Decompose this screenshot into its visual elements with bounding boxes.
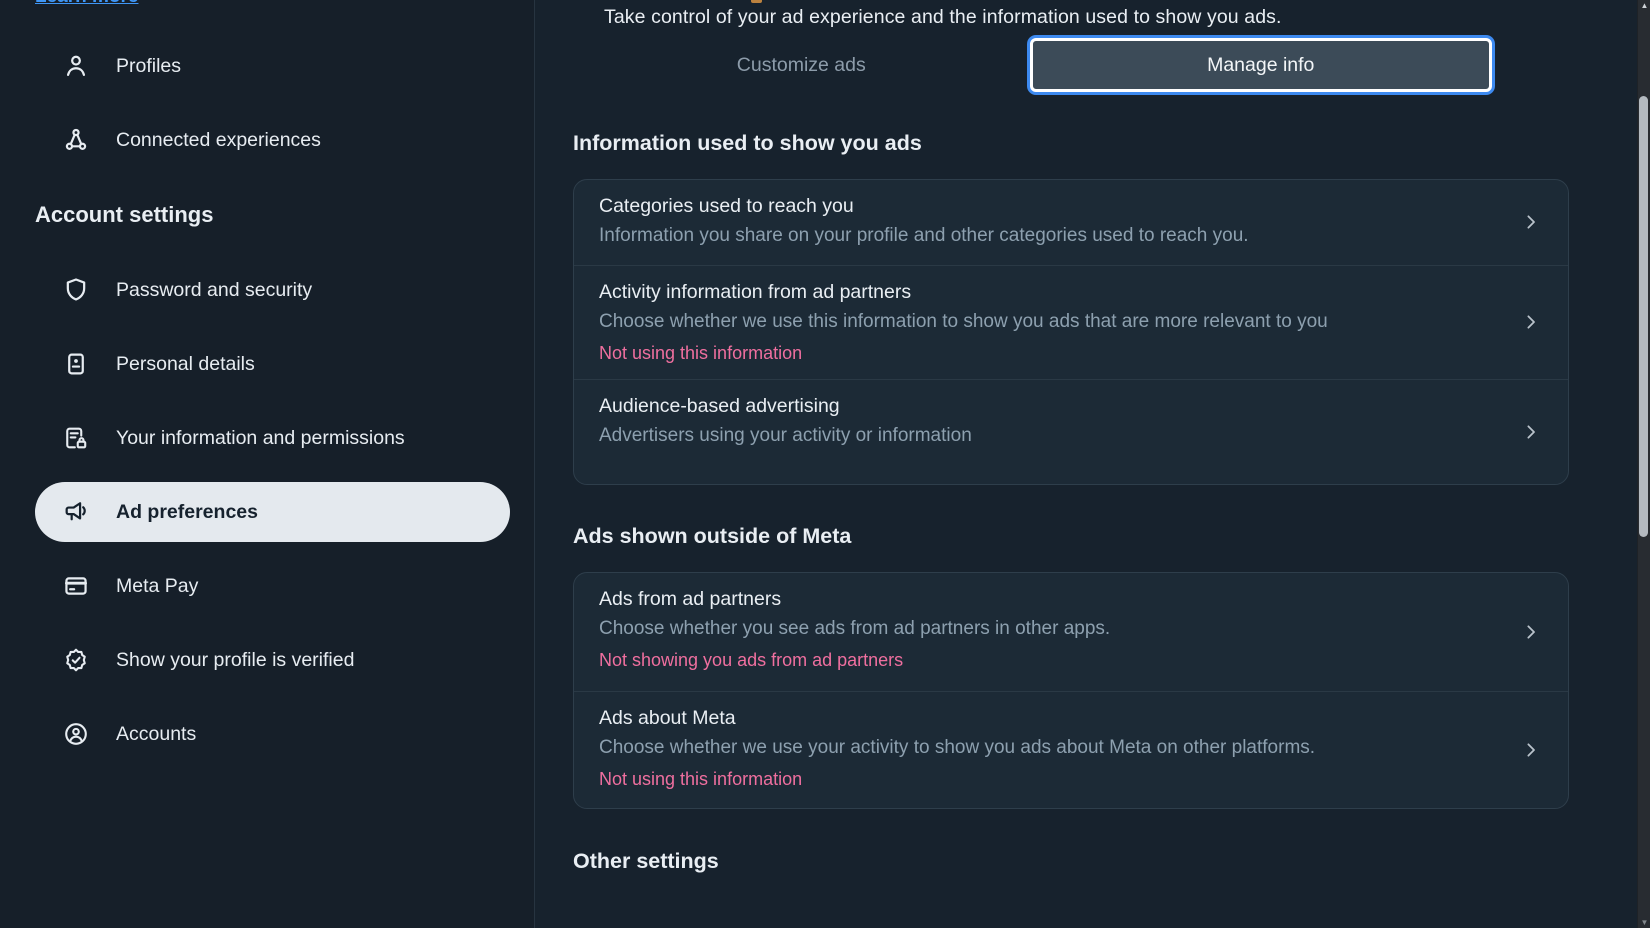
sidebar-item-label: Meta Pay [116, 575, 198, 598]
chevron-right-icon [1522, 623, 1540, 641]
shield-icon [62, 276, 90, 304]
sidebar-item-your-information[interactable]: Your information and permissions [35, 418, 534, 458]
row-subtitle: Advertisers using your activity or infor… [599, 423, 1490, 450]
clipped-megaphone-emoji [751, 0, 762, 3]
sidebar-item-label: Connected experiences [116, 129, 321, 152]
main-content: Take control of your ad experience and t… [535, 0, 1650, 928]
sidebar-item-label: Accounts [116, 723, 196, 746]
document-lock-icon [62, 424, 90, 452]
chevron-right-icon [1522, 213, 1540, 231]
scrollbar-up-arrow[interactable]: ▲ [1638, 1, 1650, 10]
row-title: Audience-based advertising [599, 395, 1490, 418]
row-subtitle: Choose whether we use your activity to s… [599, 735, 1479, 762]
sidebar-item-profiles[interactable]: Profiles [35, 46, 534, 86]
account-circle-icon [62, 720, 90, 748]
row-status-text: Not using this information [599, 343, 1490, 364]
sidebar-item-accounts[interactable]: Accounts [35, 714, 534, 754]
row-subtitle: Choose whether we use this information t… [599, 309, 1459, 336]
row-activity-information[interactable]: Activity information from ad partners Ch… [574, 265, 1568, 379]
row-status-text: Not showing you ads from ad partners [599, 650, 1490, 671]
row-ads-about-meta[interactable]: Ads about Meta Choose whether we use you… [574, 691, 1568, 808]
tab-manage-info[interactable]: Manage info [1030, 38, 1493, 92]
row-subtitle: Choose whether you see ads from ad partn… [599, 616, 1490, 643]
sidebar-item-personal-details[interactable]: Personal details [35, 344, 534, 384]
sidebar-item-connected-experiences[interactable]: Connected experiences [35, 120, 534, 160]
id-card-icon [62, 350, 90, 378]
scrollbar-track[interactable]: ▲ ▼ [1637, 0, 1650, 928]
scrollbar-down-arrow[interactable]: ▼ [1638, 918, 1650, 927]
row-title: Ads about Meta [599, 707, 1490, 730]
chevron-right-icon [1522, 741, 1540, 759]
sidebar: Learn more Profiles Connected experience… [0, 0, 535, 928]
scrollbar-thumb[interactable] [1639, 96, 1648, 537]
verified-badge-icon [62, 646, 90, 674]
ad-preferences-tab-bar: Customize ads Manage info [573, 38, 1492, 92]
row-audience-based-advertising[interactable]: Audience-based advertising Advertisers u… [574, 379, 1568, 484]
sidebar-item-label: Profiles [116, 55, 181, 78]
connected-experiences-icon [62, 126, 90, 154]
sidebar-item-label: Personal details [116, 353, 255, 376]
sidebar-section-heading: Account settings [35, 202, 534, 228]
row-subtitle: Information you share on your profile an… [599, 223, 1490, 250]
sidebar-item-label: Your information and permissions [116, 427, 405, 450]
sidebar-item-meta-pay[interactable]: Meta Pay [35, 566, 534, 606]
row-ads-from-ad-partners[interactable]: Ads from ad partners Choose whether you … [574, 573, 1568, 691]
row-categories-used-to-reach-you[interactable]: Categories used to reach you Information… [574, 180, 1568, 265]
credit-card-icon [62, 572, 90, 600]
sidebar-item-label: Show your profile is verified [116, 649, 354, 672]
chevron-right-icon [1522, 423, 1540, 441]
section-heading-information-used: Information used to show you ads [573, 131, 1569, 156]
sidebar-item-verified-profile[interactable]: Show your profile is verified [35, 640, 534, 680]
sidebar-item-password-security[interactable]: Password and security [35, 270, 534, 310]
sidebar-item-label: Ad preferences [116, 501, 258, 524]
accounts-center-screen: Learn more Profiles Connected experience… [0, 0, 1650, 928]
tab-customize-ads[interactable]: Customize ads [573, 38, 1030, 92]
ad-preferences-intro-text: Take control of your ad experience and t… [604, 6, 1569, 29]
section-heading-other-settings: Other settings [573, 849, 1569, 874]
row-title: Activity information from ad partners [599, 281, 1490, 304]
sidebar-item-label: Password and security [116, 279, 312, 302]
ads-outside-meta-card: Ads from ad partners Choose whether you … [573, 572, 1569, 809]
sidebar-item-ad-preferences[interactable]: Ad preferences [35, 482, 510, 542]
chevron-right-icon [1522, 313, 1540, 331]
section-heading-ads-outside-meta: Ads shown outside of Meta [573, 524, 1569, 549]
profiles-icon [62, 52, 90, 80]
row-title: Categories used to reach you [599, 195, 1490, 218]
learn-more-link[interactable]: Learn more [35, 0, 138, 8]
information-used-card: Categories used to reach you Information… [573, 179, 1569, 485]
megaphone-icon [62, 498, 90, 526]
row-status-text: Not using this information [599, 769, 1490, 790]
row-title: Ads from ad partners [599, 588, 1490, 611]
